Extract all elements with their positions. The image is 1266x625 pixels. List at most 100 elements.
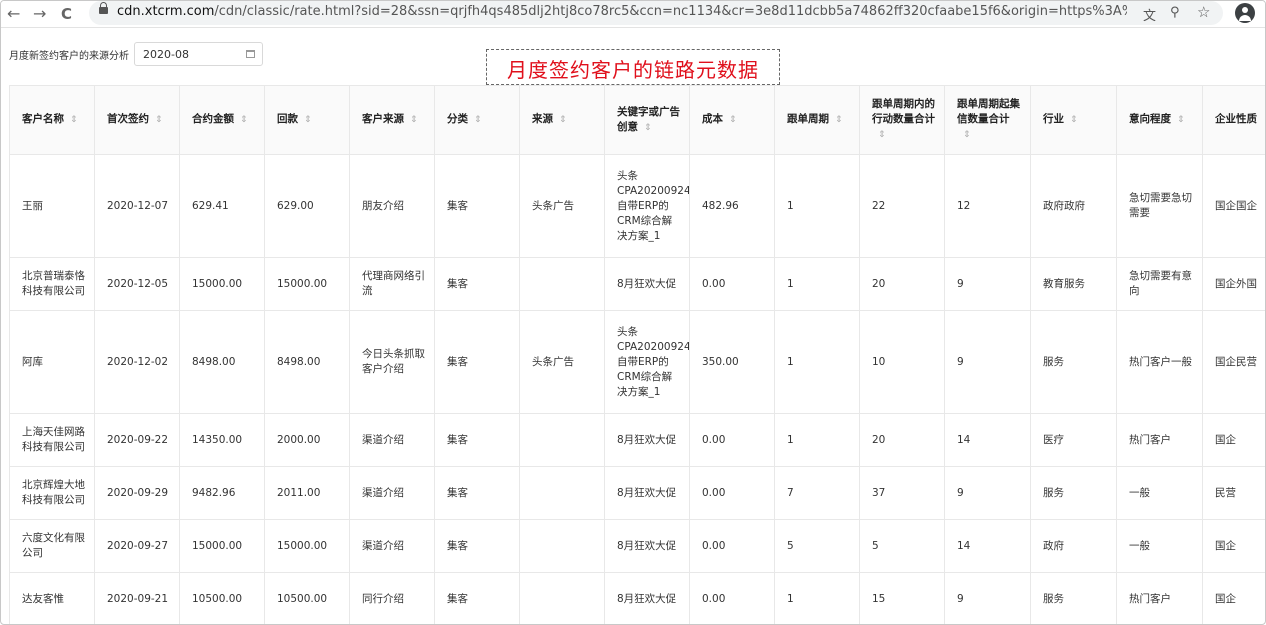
column-header-label: 客户来源 (362, 113, 404, 125)
table-cell: 2020-09-21 (94, 572, 180, 624)
table-cell: 国企 (1202, 519, 1265, 573)
table-cell: 37 (859, 466, 945, 520)
column-header[interactable]: 意向程度 ⇕ (1116, 85, 1203, 155)
table-cell: 8498.00 (264, 310, 350, 414)
table-cell: 0.00 (689, 413, 775, 467)
column-header[interactable]: 客户名称 ⇕ (9, 85, 95, 155)
sort-icon[interactable]: ⇕ (963, 130, 971, 140)
table-cell: 8498.00 (179, 310, 265, 414)
column-header[interactable]: 首次签约 ⇕ (94, 85, 180, 155)
table-cell: 1 (774, 310, 860, 414)
column-header[interactable]: 合约金额 ⇕ (179, 85, 265, 155)
table-header-row: 客户名称 ⇕ 首次签约 ⇕ 合约金额 ⇕ 回款 ⇕ 客户来源 ⇕ 分类 ⇕ 来源 ⇕ 关键字或… (9, 85, 1265, 155)
column-header-label: 分类 (447, 113, 468, 125)
table-cell: 15000.00 (264, 519, 350, 573)
table-cell: 10 (859, 310, 945, 414)
sort-icon[interactable]: ⇕ (878, 130, 886, 140)
table-cell: 8月狂欢大促 (604, 572, 690, 624)
table-cell: 7 (774, 466, 860, 520)
star-icon[interactable]: ☆ (1197, 3, 1210, 21)
table-cell: 12 (944, 154, 1031, 258)
table-row[interactable]: 北京辉煌大地科技有限公司 2020-09-29 9482.96 2011.00 渠道介绍… (9, 466, 1265, 520)
sort-icon[interactable]: ⇕ (1070, 115, 1078, 125)
back-icon[interactable]: ← (7, 4, 20, 24)
sort-icon[interactable]: ⇕ (835, 115, 843, 125)
column-header-label: 意向程度 (1129, 113, 1171, 125)
column-header[interactable]: 跟单周期 ⇕ (774, 85, 860, 155)
table-cell: 10500.00 (264, 572, 350, 624)
table-row[interactable]: 阿库 2020-12-02 8498.00 8498.00 今日头条抓取客户介绍 集客 头条… (9, 310, 1265, 414)
column-header-label: 跟单周期起集信数量合计 (957, 98, 1020, 125)
sort-icon[interactable]: ⇕ (559, 115, 567, 125)
table-cell: 渠道介绍 (349, 413, 435, 467)
table-cell: 0.00 (689, 257, 775, 311)
column-header-label: 成本 (702, 113, 723, 125)
column-header[interactable]: 分类 ⇕ (434, 85, 520, 155)
table-cell: 2011.00 (264, 466, 350, 520)
zoom-icon[interactable]: ⚲ (1170, 5, 1180, 20)
column-header[interactable]: 跟单周期内的行动数量合计 ⇕ (859, 85, 945, 155)
table-cell: 15000.00 (179, 519, 265, 573)
table-cell: 代理商网络引流 (349, 257, 435, 311)
sort-icon[interactable]: ⇕ (729, 115, 737, 125)
table-cell: 头条广告 (519, 310, 605, 414)
table-cell: 629.00 (264, 154, 350, 258)
table-cell: 2020-12-07 (94, 154, 180, 258)
table-cell: 集客 (434, 413, 520, 467)
table-cell: 一般 (1116, 519, 1203, 573)
table-cell: 王丽 (9, 154, 95, 258)
sort-icon[interactable]: ⇕ (304, 115, 312, 125)
sort-icon[interactable]: ⇕ (644, 123, 652, 133)
forward-icon[interactable]: → (33, 4, 46, 24)
table-cell: 政府政府 (1030, 154, 1117, 258)
table-cell: 14 (944, 519, 1031, 573)
table-cell: 14 (944, 413, 1031, 467)
table-row[interactable]: 王丽 2020-12-07 629.41 629.00 朋友介绍 集客 头条广告 头条CPA2… (9, 154, 1265, 258)
table-cell: 一般 (1116, 466, 1203, 520)
table-cell: 集客 (434, 519, 520, 573)
table-cell: 集客 (434, 257, 520, 311)
column-header[interactable]: 来源 ⇕ (519, 85, 605, 155)
table-cell: 集客 (434, 154, 520, 258)
sort-icon[interactable]: ⇕ (410, 115, 418, 125)
table-cell: 15 (859, 572, 945, 624)
column-header[interactable]: 跟单周期起集信数量合计 ⇕ (944, 85, 1031, 155)
table-cell: 热门客户 (1116, 413, 1203, 467)
sort-icon[interactable]: ⇕ (70, 115, 78, 125)
month-picker[interactable]: 2020-08 (134, 42, 263, 66)
column-header[interactable]: 企业性质⇕ (1202, 85, 1265, 155)
table-row[interactable]: 达友客惟 2020-09-21 10500.00 10500.00 同行介绍 集客 8月狂欢… (9, 572, 1265, 624)
sort-icon[interactable]: ⇕ (474, 115, 482, 125)
table-row[interactable]: 上海天佳网路科技有限公司 2020-09-22 14350.00 2000.00 渠道介… (9, 413, 1265, 467)
table-cell: 482.96 (689, 154, 775, 258)
table-cell: 热门客户 (1116, 572, 1203, 624)
sort-icon[interactable]: ⇕ (240, 115, 248, 125)
column-header[interactable]: 关键字或广告创意 ⇕ (604, 85, 690, 155)
table-cell: 国企 (1202, 572, 1265, 624)
table-cell: 15000.00 (179, 257, 265, 311)
table-cell: 15000.00 (264, 257, 350, 311)
table-cell: 1 (774, 154, 860, 258)
sort-icon[interactable]: ⇕ (1177, 115, 1185, 125)
table-cell: 629.41 (179, 154, 265, 258)
column-header[interactable]: 行业 ⇕ (1030, 85, 1117, 155)
profile-avatar-icon[interactable] (1235, 3, 1255, 23)
table-row[interactable]: 六度文化有限公司 2020-09-27 15000.00 15000.00 渠道介绍 集客… (9, 519, 1265, 573)
column-header[interactable]: 回款 ⇕ (264, 85, 350, 155)
translate-icon[interactable]: 文 (1143, 5, 1156, 24)
table-cell: 北京辉煌大地科技有限公司 (9, 466, 95, 520)
table-row[interactable]: 北京普瑞泰恪科技有限公司 2020-12-05 15000.00 15000.00 代理… (9, 257, 1265, 311)
reload-icon[interactable]: C (61, 4, 72, 24)
url-text[interactable]: cdn.xtcrm.com/cdn/classic/rate.html?sid=… (117, 4, 1127, 19)
column-header[interactable]: 成本 ⇕ (689, 85, 775, 155)
table-cell (519, 413, 605, 467)
table-cell: 2020-09-27 (94, 519, 180, 573)
address-bar[interactable]: cdn.xtcrm.com/cdn/classic/rate.html?sid=… (89, 1, 1223, 25)
table-cell: 渠道介绍 (349, 519, 435, 573)
table-cell: 9 (944, 466, 1031, 520)
table-cell: 头条CPA20200924自带ERP的CRM综合解决方案_1 (604, 154, 690, 258)
column-header[interactable]: 客户来源 ⇕ (349, 85, 435, 155)
table-cell (519, 519, 605, 573)
table-cell: 2020-09-29 (94, 466, 180, 520)
sort-icon[interactable]: ⇕ (155, 115, 163, 125)
